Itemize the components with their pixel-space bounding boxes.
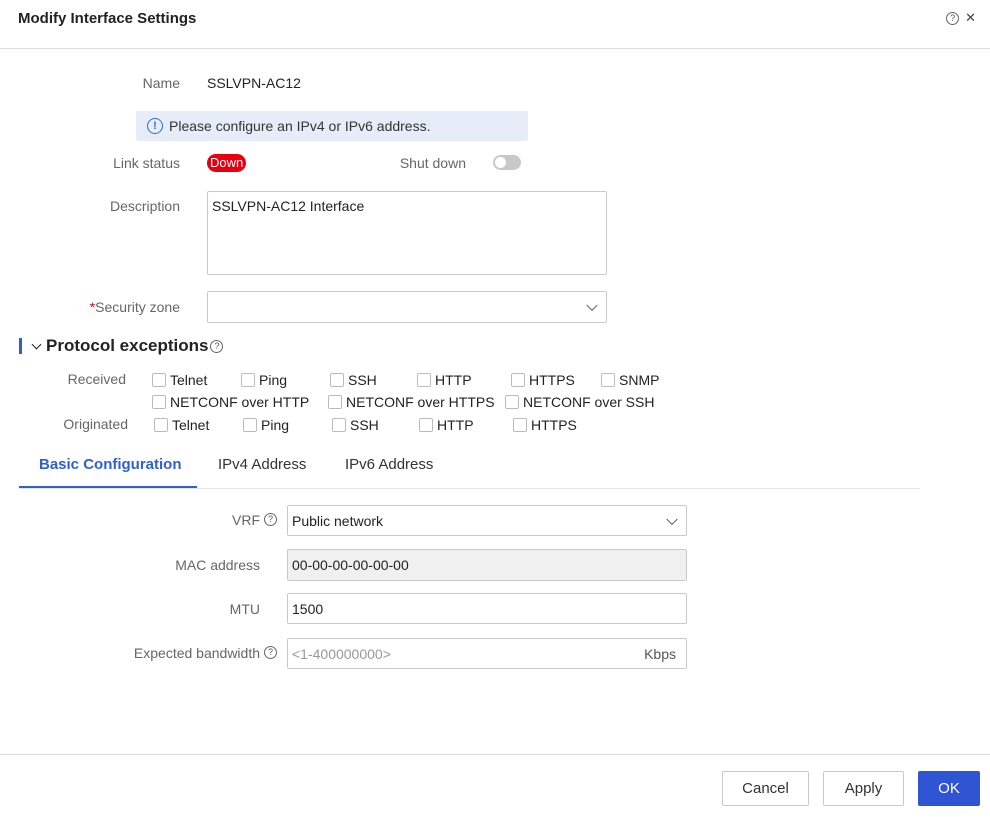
checkbox-box[interactable]	[241, 373, 255, 387]
status-badge: Down	[207, 154, 247, 172]
collapse-chevron-icon[interactable]	[31, 339, 42, 350]
help-icon[interactable]: ?	[946, 11, 960, 25]
chevron-down-icon	[666, 513, 678, 525]
checkbox-label: Telnet	[172, 417, 210, 433]
info-message: Please configure an IPv4 or IPv6 address…	[169, 118, 431, 134]
checkbox-label: NETCONF over HTTP	[170, 394, 310, 410]
checkbox-label: Ping	[261, 417, 290, 433]
shutdown-label: Shut down	[399, 155, 466, 171]
mtu-value: 1500	[292, 600, 324, 617]
checkbox-label: SSH	[348, 372, 377, 388]
originated-ssh-checkbox[interactable]: SSH	[332, 417, 379, 433]
tabs-divider	[19, 488, 920, 489]
bandwidth-label: Expected bandwidth	[133, 645, 260, 661]
chevron-down-icon	[586, 299, 598, 312]
checkbox-box[interactable]	[332, 418, 346, 432]
help-icon[interactable]: ?	[264, 646, 277, 659]
mtu-input[interactable]: 1500	[287, 593, 687, 624]
received-netconf-https-checkbox[interactable]: NETCONF over HTTPS	[328, 394, 495, 410]
checkbox-label: NETCONF over SSH	[523, 394, 655, 410]
header-divider	[0, 48, 990, 49]
security-zone-select[interactable]	[207, 291, 607, 323]
checkbox-label: SNMP	[619, 372, 660, 388]
checkbox-label: HTTPS	[529, 372, 575, 388]
checkbox-label: HTTP	[437, 417, 474, 433]
originated-ping-checkbox[interactable]: Ping	[243, 417, 289, 433]
checkbox-label: SSH	[350, 417, 379, 433]
vrf-label: VRF	[232, 512, 260, 528]
checkbox-label: Ping	[259, 372, 288, 388]
checkbox-box[interactable]	[152, 373, 166, 387]
checkbox-box[interactable]	[601, 373, 615, 387]
checkbox-label: NETCONF over HTTPS	[346, 394, 495, 410]
security-zone-label-text: Security zone	[95, 299, 180, 315]
checkbox-box[interactable]	[511, 373, 525, 387]
help-icon[interactable]: ?	[210, 339, 224, 353]
checkbox-label: HTTPS	[531, 417, 577, 433]
checkbox-box[interactable]	[152, 395, 166, 409]
mtu-label: MTU	[229, 601, 260, 617]
shutdown-toggle[interactable]	[493, 155, 521, 170]
cancel-button[interactable]: Cancel	[722, 771, 809, 806]
checkbox-label: Telnet	[170, 372, 208, 388]
link-status-label: Link status	[113, 155, 180, 171]
header-actions: ? ✕	[946, 10, 976, 26]
dialog-title: Modify Interface Settings	[18, 10, 197, 27]
received-netconf-http-checkbox[interactable]: NETCONF over HTTP	[152, 394, 309, 410]
originated-https-checkbox[interactable]: HTTPS	[513, 417, 577, 433]
tab-basic-configuration[interactable]: Basic Configuration	[39, 456, 182, 473]
name-value: SSLVPN-AC12	[207, 75, 301, 91]
tab-ipv6-address[interactable]: IPv6 Address	[345, 456, 433, 473]
toggle-knob	[495, 157, 506, 168]
checkbox-box[interactable]	[243, 418, 257, 432]
received-https-checkbox[interactable]: HTTPS	[511, 372, 575, 388]
description-textarea[interactable]: SSLVPN-AC12 Interface	[207, 191, 607, 275]
help-icon[interactable]: ?	[264, 513, 277, 526]
originated-http-checkbox[interactable]: HTTP	[419, 417, 474, 433]
protocol-exceptions-title: Protocol exceptions	[46, 336, 209, 355]
checkbox-label: HTTP	[435, 372, 472, 388]
apply-button[interactable]: Apply	[823, 771, 904, 806]
received-telnet-checkbox[interactable]: Telnet	[152, 372, 207, 388]
received-ping-checkbox[interactable]: Ping	[241, 372, 287, 388]
received-snmp-checkbox[interactable]: SNMP	[601, 372, 659, 388]
mac-value: 00-00-00-00-00-00	[292, 557, 409, 573]
info-icon: !	[147, 118, 163, 134]
bandwidth-placeholder: <1-400000000>	[292, 645, 391, 662]
received-label: Received	[67, 371, 126, 387]
checkbox-box[interactable]	[330, 373, 344, 387]
description-label: Description	[109, 198, 180, 214]
mac-address-field: 00-00-00-00-00-00	[287, 549, 687, 581]
originated-label: Originated	[63, 416, 128, 432]
ok-button[interactable]: OK	[918, 771, 980, 806]
checkbox-box[interactable]	[154, 418, 168, 432]
checkbox-box[interactable]	[513, 418, 527, 432]
bandwidth-unit: Kbps	[644, 645, 676, 662]
received-http-checkbox[interactable]: HTTP	[417, 372, 472, 388]
vrf-value: Public network	[292, 512, 384, 529]
checkbox-box[interactable]	[328, 395, 342, 409]
name-label: Name	[142, 75, 180, 91]
received-netconf-ssh-checkbox[interactable]: NETCONF over SSH	[505, 394, 654, 410]
close-icon[interactable]: ✕	[965, 10, 976, 26]
section-title: Protocol exceptions ?	[46, 336, 224, 356]
originated-telnet-checkbox[interactable]: Telnet	[154, 417, 209, 433]
tab-ipv4-address[interactable]: IPv4 Address	[218, 456, 306, 473]
checkbox-box[interactable]	[505, 395, 519, 409]
checkbox-box[interactable]	[417, 373, 431, 387]
checkbox-box[interactable]	[419, 418, 433, 432]
info-banner: ! Please configure an IPv4 or IPv6 addre…	[136, 111, 528, 141]
bandwidth-input[interactable]: <1-400000000> Kbps	[287, 638, 687, 669]
received-ssh-checkbox[interactable]: SSH	[330, 372, 377, 388]
section-accent-bar	[19, 338, 22, 354]
mac-label: MAC address	[175, 557, 260, 573]
footer-divider	[0, 754, 990, 755]
security-zone-label: *Security zone	[60, 299, 180, 315]
vrf-select[interactable]: Public network	[287, 505, 687, 536]
